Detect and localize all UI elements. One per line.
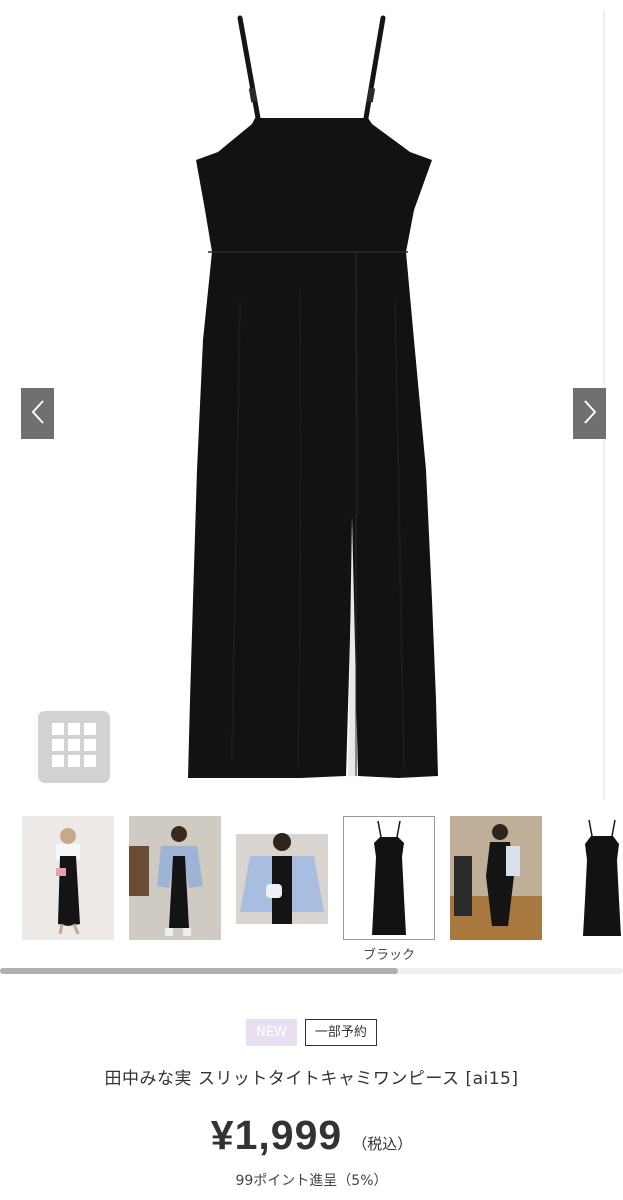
- thumbnail-scrollbar-thumb[interactable]: [0, 968, 398, 974]
- thumbnail-model-denim-shirt[interactable]: [129, 816, 221, 940]
- thumbnail-caption-color: ブラック: [362, 948, 415, 963]
- product-image-gallery[interactable]: [0, 0, 623, 800]
- black-dress-main-image: [188, 15, 438, 778]
- new-badge: NEW: [246, 1019, 297, 1046]
- thumbnail-model-blue-shirt[interactable]: [236, 816, 328, 940]
- chevron-left-icon: [30, 398, 46, 430]
- image-grid-button[interactable]: [38, 711, 110, 783]
- product-name: 田中みな実 スリットタイトキャミワンピース [ai15]: [104, 1069, 519, 1089]
- chevron-right-icon: [582, 398, 598, 430]
- thumbnail-strip[interactable]: ブラック: [0, 808, 623, 968]
- prev-image-button[interactable]: [21, 388, 54, 439]
- thumbnail-model-white-top[interactable]: [22, 816, 114, 940]
- thumbnail-black-dress[interactable]: [343, 816, 435, 940]
- thumbnail-model-cafe[interactable]: [450, 816, 542, 940]
- points-info: 99ポイント進呈（5%）: [235, 1173, 388, 1189]
- product-price: ¥1,999: [210, 1112, 343, 1158]
- next-image-button[interactable]: [573, 388, 606, 439]
- tax-label: （税込）: [352, 1135, 413, 1153]
- price-row: ¥1,999 （税込）: [0, 1112, 623, 1159]
- preorder-badge: 一部予約: [304, 1019, 377, 1046]
- grid-icon: [51, 722, 97, 772]
- product-badges: NEW 一部予約: [0, 1019, 623, 1046]
- thumbnail-black-dress-alt[interactable]: [557, 816, 623, 940]
